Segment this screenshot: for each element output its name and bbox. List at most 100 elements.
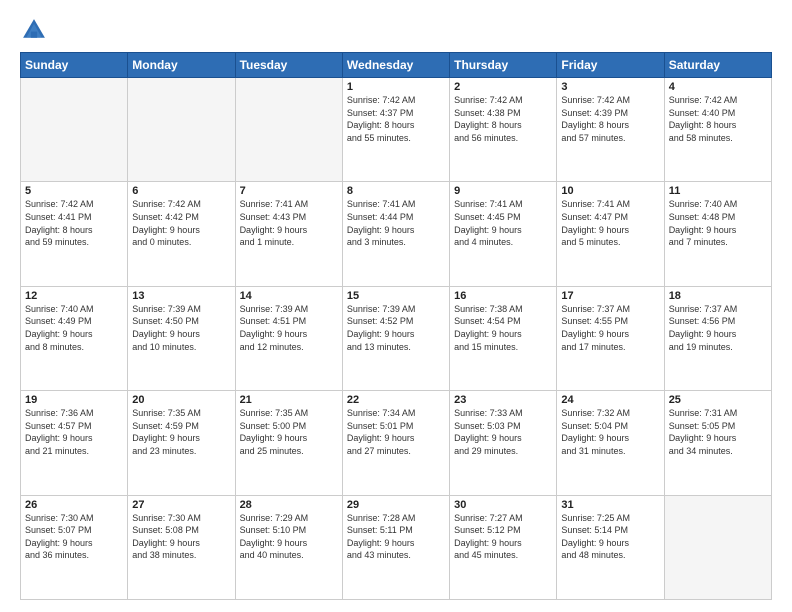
calendar-cell: 29Sunrise: 7:28 AM Sunset: 5:11 PM Dayli… bbox=[342, 495, 449, 599]
calendar-cell: 21Sunrise: 7:35 AM Sunset: 5:00 PM Dayli… bbox=[235, 391, 342, 495]
day-number: 7 bbox=[240, 185, 338, 197]
weekday-header-wednesday: Wednesday bbox=[342, 53, 449, 78]
calendar-cell bbox=[235, 78, 342, 182]
calendar-table: SundayMondayTuesdayWednesdayThursdayFrid… bbox=[20, 52, 772, 600]
calendar-cell: 19Sunrise: 7:36 AM Sunset: 4:57 PM Dayli… bbox=[21, 391, 128, 495]
calendar-cell: 2Sunrise: 7:42 AM Sunset: 4:38 PM Daylig… bbox=[450, 78, 557, 182]
day-info: Sunrise: 7:42 AM Sunset: 4:42 PM Dayligh… bbox=[132, 198, 230, 248]
day-info: Sunrise: 7:34 AM Sunset: 5:01 PM Dayligh… bbox=[347, 407, 445, 457]
day-info: Sunrise: 7:30 AM Sunset: 5:08 PM Dayligh… bbox=[132, 512, 230, 562]
week-row-2: 5Sunrise: 7:42 AM Sunset: 4:41 PM Daylig… bbox=[21, 182, 772, 286]
calendar-cell bbox=[21, 78, 128, 182]
week-row-4: 19Sunrise: 7:36 AM Sunset: 4:57 PM Dayli… bbox=[21, 391, 772, 495]
weekday-header-row: SundayMondayTuesdayWednesdayThursdayFrid… bbox=[21, 53, 772, 78]
day-number: 18 bbox=[669, 290, 767, 302]
day-info: Sunrise: 7:39 AM Sunset: 4:52 PM Dayligh… bbox=[347, 303, 445, 353]
calendar-cell: 23Sunrise: 7:33 AM Sunset: 5:03 PM Dayli… bbox=[450, 391, 557, 495]
day-info: Sunrise: 7:29 AM Sunset: 5:10 PM Dayligh… bbox=[240, 512, 338, 562]
day-number: 28 bbox=[240, 499, 338, 511]
calendar-cell: 10Sunrise: 7:41 AM Sunset: 4:47 PM Dayli… bbox=[557, 182, 664, 286]
day-number: 11 bbox=[669, 185, 767, 197]
calendar-cell: 14Sunrise: 7:39 AM Sunset: 4:51 PM Dayli… bbox=[235, 286, 342, 390]
day-info: Sunrise: 7:40 AM Sunset: 4:49 PM Dayligh… bbox=[25, 303, 123, 353]
day-info: Sunrise: 7:39 AM Sunset: 4:51 PM Dayligh… bbox=[240, 303, 338, 353]
day-info: Sunrise: 7:41 AM Sunset: 4:45 PM Dayligh… bbox=[454, 198, 552, 248]
day-number: 27 bbox=[132, 499, 230, 511]
calendar-cell: 17Sunrise: 7:37 AM Sunset: 4:55 PM Dayli… bbox=[557, 286, 664, 390]
weekday-header-tuesday: Tuesday bbox=[235, 53, 342, 78]
day-number: 16 bbox=[454, 290, 552, 302]
day-number: 15 bbox=[347, 290, 445, 302]
calendar-cell: 22Sunrise: 7:34 AM Sunset: 5:01 PM Dayli… bbox=[342, 391, 449, 495]
weekday-header-saturday: Saturday bbox=[664, 53, 771, 78]
calendar-cell bbox=[128, 78, 235, 182]
calendar-cell: 5Sunrise: 7:42 AM Sunset: 4:41 PM Daylig… bbox=[21, 182, 128, 286]
day-info: Sunrise: 7:37 AM Sunset: 4:55 PM Dayligh… bbox=[561, 303, 659, 353]
day-number: 26 bbox=[25, 499, 123, 511]
calendar-cell: 4Sunrise: 7:42 AM Sunset: 4:40 PM Daylig… bbox=[664, 78, 771, 182]
day-number: 29 bbox=[347, 499, 445, 511]
day-number: 30 bbox=[454, 499, 552, 511]
day-number: 8 bbox=[347, 185, 445, 197]
calendar-cell: 20Sunrise: 7:35 AM Sunset: 4:59 PM Dayli… bbox=[128, 391, 235, 495]
day-number: 10 bbox=[561, 185, 659, 197]
calendar-cell: 28Sunrise: 7:29 AM Sunset: 5:10 PM Dayli… bbox=[235, 495, 342, 599]
weekday-header-thursday: Thursday bbox=[450, 53, 557, 78]
day-info: Sunrise: 7:41 AM Sunset: 4:44 PM Dayligh… bbox=[347, 198, 445, 248]
weekday-header-friday: Friday bbox=[557, 53, 664, 78]
day-info: Sunrise: 7:28 AM Sunset: 5:11 PM Dayligh… bbox=[347, 512, 445, 562]
page: SundayMondayTuesdayWednesdayThursdayFrid… bbox=[0, 0, 792, 612]
day-number: 23 bbox=[454, 394, 552, 406]
week-row-1: 1Sunrise: 7:42 AM Sunset: 4:37 PM Daylig… bbox=[21, 78, 772, 182]
weekday-header-sunday: Sunday bbox=[21, 53, 128, 78]
calendar-cell: 1Sunrise: 7:42 AM Sunset: 4:37 PM Daylig… bbox=[342, 78, 449, 182]
day-number: 9 bbox=[454, 185, 552, 197]
day-number: 6 bbox=[132, 185, 230, 197]
day-info: Sunrise: 7:42 AM Sunset: 4:40 PM Dayligh… bbox=[669, 94, 767, 144]
day-info: Sunrise: 7:37 AM Sunset: 4:56 PM Dayligh… bbox=[669, 303, 767, 353]
calendar-cell: 9Sunrise: 7:41 AM Sunset: 4:45 PM Daylig… bbox=[450, 182, 557, 286]
day-info: Sunrise: 7:35 AM Sunset: 4:59 PM Dayligh… bbox=[132, 407, 230, 457]
week-row-5: 26Sunrise: 7:30 AM Sunset: 5:07 PM Dayli… bbox=[21, 495, 772, 599]
calendar-cell: 24Sunrise: 7:32 AM Sunset: 5:04 PM Dayli… bbox=[557, 391, 664, 495]
day-number: 31 bbox=[561, 499, 659, 511]
day-number: 25 bbox=[669, 394, 767, 406]
calendar-cell: 26Sunrise: 7:30 AM Sunset: 5:07 PM Dayli… bbox=[21, 495, 128, 599]
day-number: 21 bbox=[240, 394, 338, 406]
calendar-cell: 12Sunrise: 7:40 AM Sunset: 4:49 PM Dayli… bbox=[21, 286, 128, 390]
day-info: Sunrise: 7:38 AM Sunset: 4:54 PM Dayligh… bbox=[454, 303, 552, 353]
day-number: 14 bbox=[240, 290, 338, 302]
calendar-cell: 30Sunrise: 7:27 AM Sunset: 5:12 PM Dayli… bbox=[450, 495, 557, 599]
header bbox=[20, 16, 772, 44]
day-number: 1 bbox=[347, 81, 445, 93]
calendar-cell: 16Sunrise: 7:38 AM Sunset: 4:54 PM Dayli… bbox=[450, 286, 557, 390]
day-info: Sunrise: 7:27 AM Sunset: 5:12 PM Dayligh… bbox=[454, 512, 552, 562]
day-number: 4 bbox=[669, 81, 767, 93]
week-row-3: 12Sunrise: 7:40 AM Sunset: 4:49 PM Dayli… bbox=[21, 286, 772, 390]
day-number: 19 bbox=[25, 394, 123, 406]
day-number: 3 bbox=[561, 81, 659, 93]
day-number: 22 bbox=[347, 394, 445, 406]
day-info: Sunrise: 7:41 AM Sunset: 4:47 PM Dayligh… bbox=[561, 198, 659, 248]
calendar-cell: 25Sunrise: 7:31 AM Sunset: 5:05 PM Dayli… bbox=[664, 391, 771, 495]
calendar-cell: 13Sunrise: 7:39 AM Sunset: 4:50 PM Dayli… bbox=[128, 286, 235, 390]
day-info: Sunrise: 7:33 AM Sunset: 5:03 PM Dayligh… bbox=[454, 407, 552, 457]
calendar-cell: 31Sunrise: 7:25 AM Sunset: 5:14 PM Dayli… bbox=[557, 495, 664, 599]
day-info: Sunrise: 7:42 AM Sunset: 4:38 PM Dayligh… bbox=[454, 94, 552, 144]
day-info: Sunrise: 7:25 AM Sunset: 5:14 PM Dayligh… bbox=[561, 512, 659, 562]
calendar-cell: 6Sunrise: 7:42 AM Sunset: 4:42 PM Daylig… bbox=[128, 182, 235, 286]
day-number: 20 bbox=[132, 394, 230, 406]
calendar-cell bbox=[664, 495, 771, 599]
day-info: Sunrise: 7:42 AM Sunset: 4:39 PM Dayligh… bbox=[561, 94, 659, 144]
day-info: Sunrise: 7:41 AM Sunset: 4:43 PM Dayligh… bbox=[240, 198, 338, 248]
day-info: Sunrise: 7:39 AM Sunset: 4:50 PM Dayligh… bbox=[132, 303, 230, 353]
day-number: 17 bbox=[561, 290, 659, 302]
day-info: Sunrise: 7:42 AM Sunset: 4:41 PM Dayligh… bbox=[25, 198, 123, 248]
day-info: Sunrise: 7:35 AM Sunset: 5:00 PM Dayligh… bbox=[240, 407, 338, 457]
logo bbox=[20, 16, 52, 44]
day-number: 12 bbox=[25, 290, 123, 302]
day-info: Sunrise: 7:42 AM Sunset: 4:37 PM Dayligh… bbox=[347, 94, 445, 144]
calendar-cell: 3Sunrise: 7:42 AM Sunset: 4:39 PM Daylig… bbox=[557, 78, 664, 182]
calendar-cell: 27Sunrise: 7:30 AM Sunset: 5:08 PM Dayli… bbox=[128, 495, 235, 599]
day-number: 5 bbox=[25, 185, 123, 197]
